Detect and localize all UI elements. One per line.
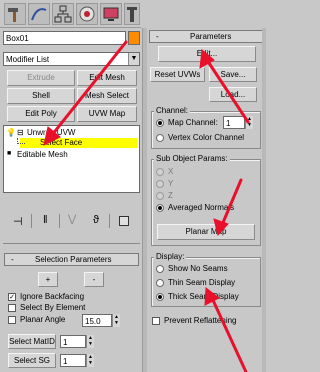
arrow-to-thick-seam-display (204, 287, 248, 372)
arrow-to-edit-button (199, 49, 250, 124)
annotation-arrows (43, 40, 250, 372)
arrow-to-planar-map-button (213, 178, 243, 237)
arrow-to-select-face (43, 40, 128, 146)
